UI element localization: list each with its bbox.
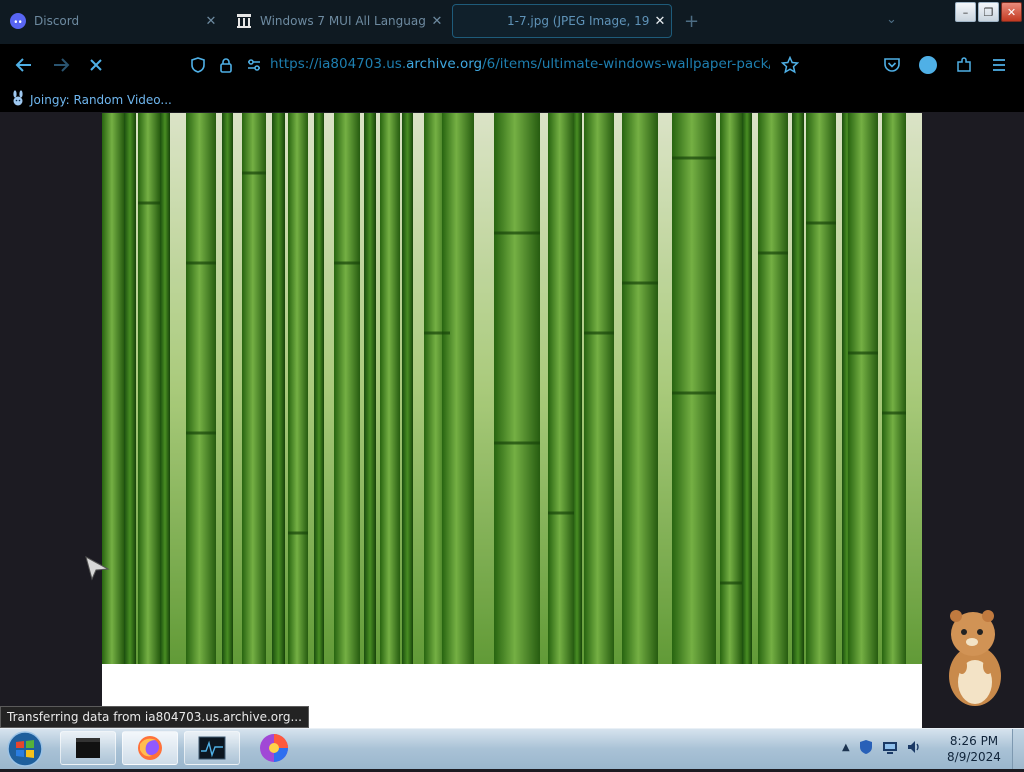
tab-windows7-mui[interactable]: Windows 7 MUI All Language ✕ [226, 3, 448, 39]
tab-wallpaper-image[interactable]: 1-7.jpg (JPEG Image, 1920 × ✕ [452, 4, 672, 38]
status-panel: Transferring data from ia804703.us.archi… [0, 706, 309, 728]
restore-button[interactable]: ❐ [978, 2, 999, 22]
navigation-toolbar: https://ia804703.us.archive.org/6/items/… [0, 44, 1024, 86]
tab-discord[interactable]: Discord ✕ [0, 3, 222, 39]
forward-button[interactable] [50, 54, 72, 76]
tab-close-icon[interactable]: ✕ [200, 14, 222, 29]
volume-icon[interactable] [906, 739, 922, 755]
bamboo-wallpaper-image[interactable] [102, 113, 922, 664]
hamster-sticker-icon [940, 606, 1010, 714]
lock-icon [220, 58, 232, 73]
account-button[interactable] [917, 54, 939, 76]
clock-time: 8:26 PM [949, 734, 999, 748]
new-tab-button[interactable]: + [684, 11, 699, 32]
tab-title: Discord [34, 14, 80, 28]
taskbar: ▲ 8:26 PM 8/9/2024 [0, 728, 1024, 769]
bookmark-star-button[interactable] [779, 54, 801, 76]
bookmark-joingy[interactable]: Joingy: Random Video... [10, 90, 172, 109]
close-window-button[interactable]: ✕ [1001, 2, 1022, 22]
terminal-app-icon [76, 738, 100, 758]
back-arrow-icon [15, 58, 31, 72]
url-field[interactable]: https://ia804703.us.archive.org/6/items/… [270, 56, 770, 74]
window-controls: – ❐ ✕ [955, 2, 1022, 22]
firefox-icon [138, 736, 162, 760]
permissions-button[interactable] [243, 54, 265, 76]
settings-sliders-icon [248, 59, 260, 71]
network-icon[interactable] [882, 739, 898, 755]
mouse-cursor-icon [84, 555, 110, 585]
tab-close-icon[interactable]: ✕ [426, 14, 448, 29]
tab-close-icon[interactable]: ✕ [649, 14, 671, 29]
url-path: /6/items/ultimate-windows-wallpaper-pack… [482, 56, 770, 72]
url-domain: archive.org [406, 56, 483, 72]
back-button[interactable] [13, 54, 35, 76]
star-icon [781, 56, 799, 74]
discord-icon [10, 13, 26, 29]
tracking-protection-button[interactable] [187, 54, 209, 76]
stop-loading-button[interactable] [85, 54, 107, 76]
tab-title: Windows 7 MUI All Language [260, 14, 426, 28]
forward-arrow-icon [54, 58, 70, 72]
taskbar-app-firefox[interactable] [122, 731, 178, 765]
extensions-button[interactable] [953, 54, 975, 76]
url-prefix: https://ia804703.us. [270, 56, 407, 72]
archive-icon [236, 13, 252, 29]
taskbar-app-terminal[interactable] [60, 731, 116, 765]
stop-icon [90, 59, 102, 71]
puzzle-piece-icon [957, 57, 971, 72]
system-clock[interactable]: 8:26 PM 8/9/2024 [944, 733, 1004, 765]
shield-icon [191, 57, 205, 73]
bunny-icon [10, 90, 26, 109]
menu-button[interactable] [988, 54, 1010, 76]
bookmarks-toolbar: Joingy: Random Video... [0, 86, 1024, 112]
tab-title: 1-7.jpg (JPEG Image, 1920 × [507, 14, 649, 28]
list-all-tabs-button[interactable]: ⌄ [886, 12, 897, 27]
bookmark-label: Joingy: Random Video... [30, 92, 172, 107]
minimize-button[interactable]: – [955, 2, 976, 22]
colorful-swirl-icon [260, 734, 288, 762]
show-desktop-button[interactable] [1012, 729, 1024, 769]
resource-monitor-icon [198, 736, 226, 760]
start-button[interactable] [5, 730, 45, 768]
site-security-button[interactable] [215, 54, 237, 76]
taskbar-app-media[interactable] [246, 731, 302, 765]
show-hidden-icons-button[interactable]: ▲ [842, 742, 850, 753]
image-icon [483, 13, 499, 29]
security-shield-icon[interactable] [858, 739, 874, 755]
pocket-icon [884, 58, 900, 72]
clock-date: 8/9/2024 [947, 750, 1001, 764]
hamburger-menu-icon [993, 59, 1005, 71]
theme-toggle-icon [919, 56, 937, 74]
windows-logo-icon [7, 731, 43, 767]
pocket-button[interactable] [881, 54, 903, 76]
taskbar-app-monitor[interactable] [184, 731, 240, 765]
tab-strip: Discord ✕ Windows 7 MUI All Language ✕ 1… [0, 0, 1024, 44]
page-content: Transferring data from ia804703.us.archi… [0, 112, 1024, 728]
system-tray: ▲ [842, 739, 922, 755]
